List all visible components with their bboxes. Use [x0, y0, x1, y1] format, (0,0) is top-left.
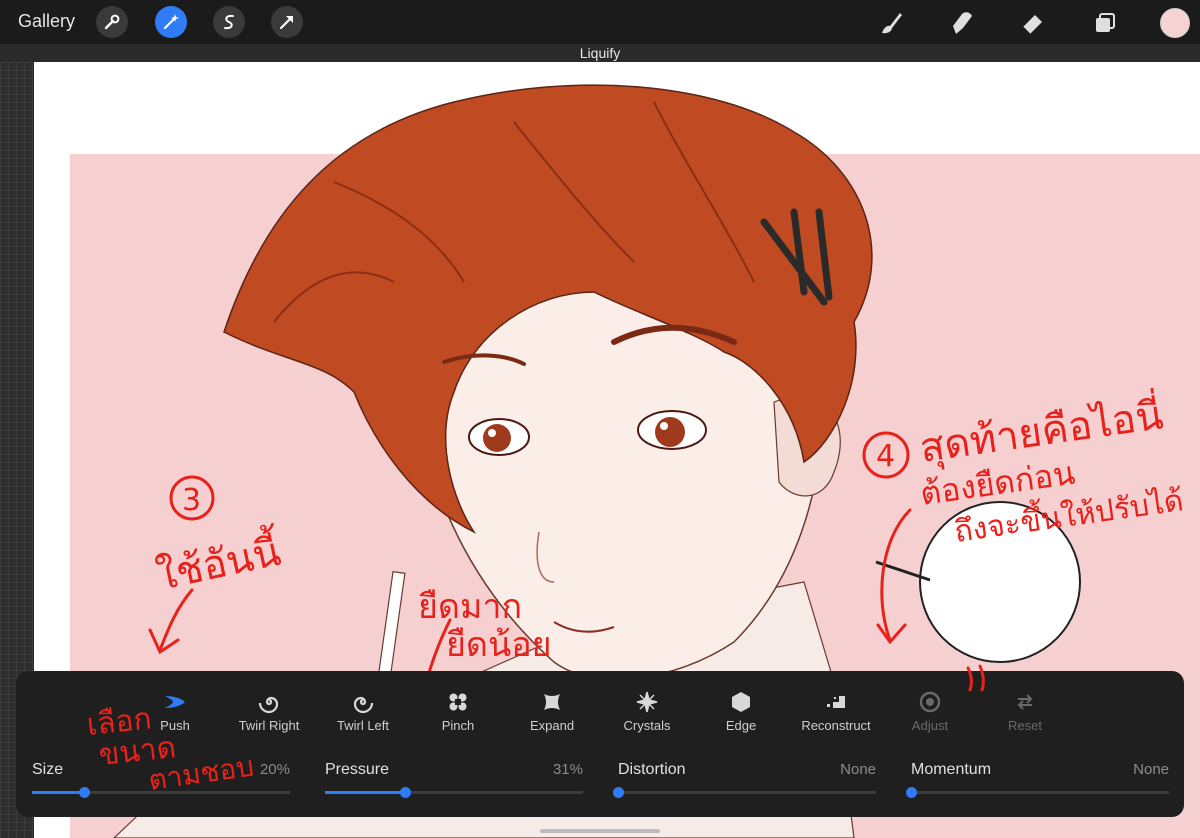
mode-label: Pinch	[441, 718, 475, 733]
mode-crystals[interactable]: Crystals	[602, 691, 692, 733]
slider-name: Pressure	[325, 761, 390, 778]
slider-name: Distortion	[618, 761, 686, 778]
pinch-icon	[413, 691, 503, 713]
adjust-icon	[885, 691, 975, 713]
mode-expand[interactable]: Expand	[507, 691, 597, 733]
expand-icon	[507, 691, 597, 713]
slider-track[interactable]	[325, 787, 583, 798]
slider-name: Size	[32, 761, 64, 778]
smudge-icon[interactable]	[948, 8, 978, 38]
mode-label: Reconstruct	[801, 718, 871, 733]
slider-name: Momentum	[911, 761, 992, 778]
slider-knob[interactable]	[78, 787, 90, 798]
mode-reconstruct[interactable]: Reconstruct	[791, 691, 881, 733]
mode-adjust[interactable]: Adjust	[885, 691, 975, 733]
color-picker-swatch[interactable]	[1160, 8, 1190, 38]
mode-label: Expand	[529, 718, 575, 733]
mode-edge[interactable]: Edge	[696, 691, 786, 733]
slider-knob[interactable]	[399, 787, 411, 798]
layers-icon[interactable]	[1090, 8, 1120, 38]
slider-value: 20%	[259, 761, 290, 778]
liquify-title-bar: Liquify	[0, 44, 1200, 62]
mode-pinch[interactable]: Pinch	[413, 691, 503, 733]
wrench-icon[interactable]	[96, 6, 128, 38]
mode-reset[interactable]: Reset	[980, 691, 1070, 733]
brush-icon[interactable]	[876, 8, 906, 38]
slider-value: None	[1133, 761, 1169, 778]
mode-label: Push	[160, 718, 190, 733]
slider-knob[interactable]	[906, 787, 917, 798]
mode-label: Reset	[1008, 718, 1042, 733]
mode-label: Edge	[725, 718, 757, 733]
eraser-icon[interactable]	[1018, 8, 1048, 38]
slider-value: 31%	[552, 761, 583, 778]
slider-track[interactable]	[613, 787, 876, 798]
mode-push[interactable]: Push	[130, 691, 220, 733]
mode-label: Twirl Right	[238, 718, 300, 733]
mode-label: Adjust	[911, 718, 949, 733]
slider-value: None	[840, 761, 876, 778]
magic-wand-icon[interactable]	[155, 6, 187, 38]
mode-twirl-right[interactable]: Twirl Right	[224, 691, 314, 733]
liquify-panel: Push Twirl Right Twirl Left Pinch Expand…	[16, 671, 1184, 817]
reset-icon	[980, 691, 1070, 713]
slider-knob[interactable]	[613, 787, 624, 798]
top-toolbar: Gallery	[0, 0, 1200, 44]
twirl-right-icon	[224, 691, 314, 713]
mode-label: Twirl Left	[336, 718, 389, 733]
gallery-button[interactable]: Gallery	[18, 11, 75, 32]
reconstruct-icon	[791, 691, 881, 713]
slider-track[interactable]	[906, 787, 1169, 798]
liquify-title: Liquify	[579, 45, 621, 61]
slider-track[interactable]	[32, 787, 290, 798]
home-indicator	[540, 829, 660, 833]
mode-twirl-left[interactable]: Twirl Left	[318, 691, 408, 733]
selection-icon[interactable]	[213, 6, 245, 38]
twirl-left-icon	[318, 691, 408, 713]
slider-fill	[32, 791, 84, 794]
push-icon	[130, 691, 220, 713]
mode-label: Crystals	[623, 718, 671, 733]
slider-fill	[325, 791, 405, 794]
edge-icon	[696, 691, 786, 713]
crystals-icon	[602, 691, 692, 713]
transform-arrow-icon[interactable]	[271, 6, 303, 38]
